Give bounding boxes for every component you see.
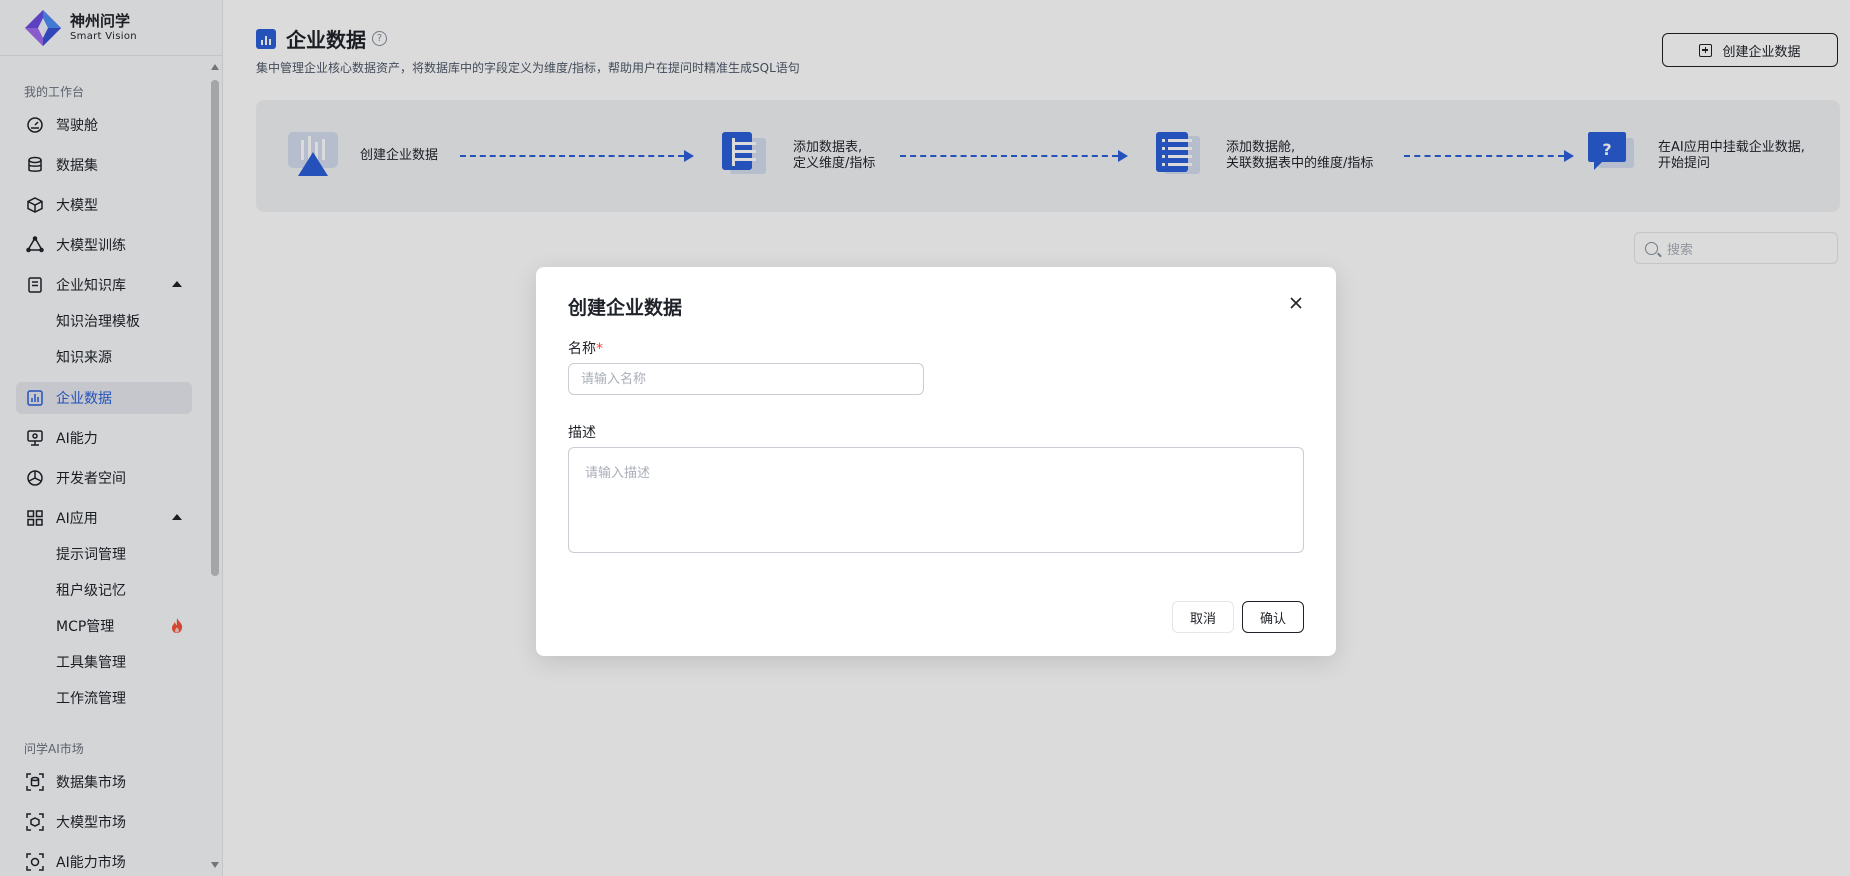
- name-label: 名称*: [568, 341, 603, 357]
- create-enterprise-data-dialog: 创建企业数据 名称* 描述 取消 确认: [536, 267, 1336, 656]
- description-input[interactable]: [568, 447, 1304, 553]
- description-label: 描述: [568, 425, 596, 441]
- name-input[interactable]: [568, 363, 924, 395]
- close-icon[interactable]: [1288, 295, 1304, 311]
- required-mark: *: [596, 341, 603, 357]
- cancel-button[interactable]: 取消: [1172, 601, 1234, 633]
- dialog-title: 创建企业数据: [568, 297, 683, 319]
- confirm-button[interactable]: 确认: [1242, 601, 1304, 633]
